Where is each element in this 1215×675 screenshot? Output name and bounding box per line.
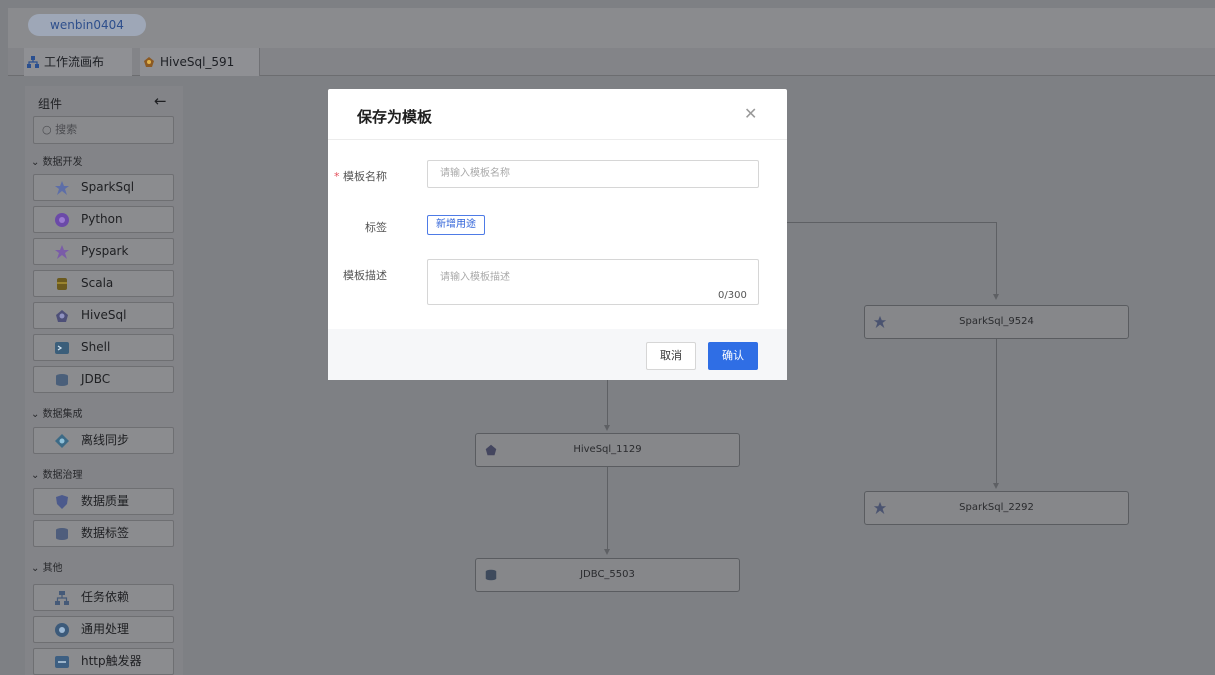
- spark-icon: [873, 315, 887, 329]
- spark-icon: [55, 181, 69, 195]
- database-icon: [485, 569, 497, 581]
- workflow-icon: [27, 56, 39, 68]
- section-other[interactable]: ⌄ 其他: [31, 559, 63, 574]
- template-desc-textarea[interactable]: 请输入模板描述: [427, 259, 759, 305]
- tab-workflow-canvas[interactable]: 工作流画布: [24, 48, 132, 76]
- component-pyspark[interactable]: Pyspark: [33, 238, 174, 265]
- connector-line: [607, 467, 608, 549]
- confirm-button[interactable]: 确认: [708, 342, 758, 370]
- component-general-process[interactable]: 通用处理: [33, 616, 174, 643]
- close-icon[interactable]: ✕: [744, 104, 757, 123]
- gear-icon: [55, 623, 69, 637]
- component-python[interactable]: Python: [33, 206, 174, 233]
- tab-bar: 工作流画布 HiveSql_591: [8, 48, 1215, 76]
- search-placeholder: 搜索: [55, 123, 78, 136]
- connector-line: [996, 222, 997, 294]
- node-sparksql-9524[interactable]: SparkSql_9524: [864, 305, 1129, 339]
- node-sparksql-2292[interactable]: SparkSql_2292: [864, 491, 1129, 525]
- component-scala[interactable]: Scala: [33, 270, 174, 297]
- top-bar: [8, 8, 1215, 48]
- section-data-integration[interactable]: ⌄ 数据集成: [31, 405, 83, 420]
- sync-icon: [55, 434, 69, 448]
- http-icon: [55, 656, 69, 668]
- connector-arrow: [993, 294, 999, 300]
- connector-arrow: [604, 549, 610, 555]
- arrow-left-icon[interactable]: ←: [154, 92, 167, 110]
- connector-line: [787, 222, 997, 223]
- tag-label: 标签: [365, 221, 387, 234]
- connector-arrow: [993, 483, 999, 489]
- component-offline-sync[interactable]: 离线同步: [33, 427, 174, 454]
- search-icon: ○: [42, 123, 52, 136]
- component-sparksql[interactable]: SparkSql: [33, 174, 174, 201]
- tab-label: 工作流画布: [44, 55, 105, 69]
- component-data-tag[interactable]: 数据标签: [33, 520, 174, 547]
- template-desc-label: 模板描述: [343, 269, 387, 282]
- component-shell[interactable]: Shell: [33, 334, 174, 361]
- component-jdbc[interactable]: JDBC: [33, 366, 174, 393]
- component-data-quality[interactable]: 数据质量: [33, 488, 174, 515]
- terminal-icon: [55, 342, 69, 354]
- connector-line: [996, 339, 997, 483]
- required-mark: *: [334, 170, 343, 183]
- python-icon: [55, 213, 69, 227]
- hive-icon: [144, 57, 154, 67]
- char-counter: 0/300: [718, 290, 747, 301]
- database-icon: [56, 374, 68, 386]
- component-http-trigger[interactable]: http触发器: [33, 648, 174, 675]
- spark-icon: [873, 501, 887, 515]
- component-task-dependency[interactable]: 任务依赖: [33, 584, 174, 611]
- pyspark-icon: [55, 245, 69, 259]
- node-jdbc-5503[interactable]: JDBC_5503: [475, 558, 740, 592]
- section-data-dev[interactable]: ⌄ 数据开发: [31, 153, 83, 168]
- component-hivesql[interactable]: HiveSql: [33, 302, 174, 329]
- connector-line: [607, 380, 608, 425]
- dialog-divider: [328, 139, 787, 140]
- tab-hivesql[interactable]: HiveSql_591: [140, 48, 260, 76]
- cancel-button[interactable]: 取消: [646, 342, 696, 370]
- add-tag-button[interactable]: 新增用途: [427, 215, 485, 235]
- sidebar-title: 组件: [38, 97, 63, 111]
- hive-icon: [56, 310, 68, 322]
- template-name-label: * 模板名称: [334, 170, 387, 183]
- section-data-governance[interactable]: ⌄ 数据治理: [31, 466, 83, 481]
- user-badge[interactable]: wenbin0404: [28, 14, 146, 36]
- hive-icon: [485, 444, 497, 456]
- search-input[interactable]: ○ 搜索: [33, 116, 174, 144]
- template-name-input[interactable]: 请输入模板名称: [427, 160, 759, 188]
- dialog-title: 保存为模板: [357, 108, 433, 126]
- node-hivesql-1129[interactable]: HiveSql_1129: [475, 433, 740, 467]
- connector-arrow: [604, 425, 610, 431]
- shield-icon: [56, 495, 68, 509]
- dependency-icon: [55, 591, 69, 605]
- tag-icon: [56, 528, 68, 540]
- tab-label: HiveSql_591: [160, 55, 235, 69]
- scala-icon: [57, 278, 67, 290]
